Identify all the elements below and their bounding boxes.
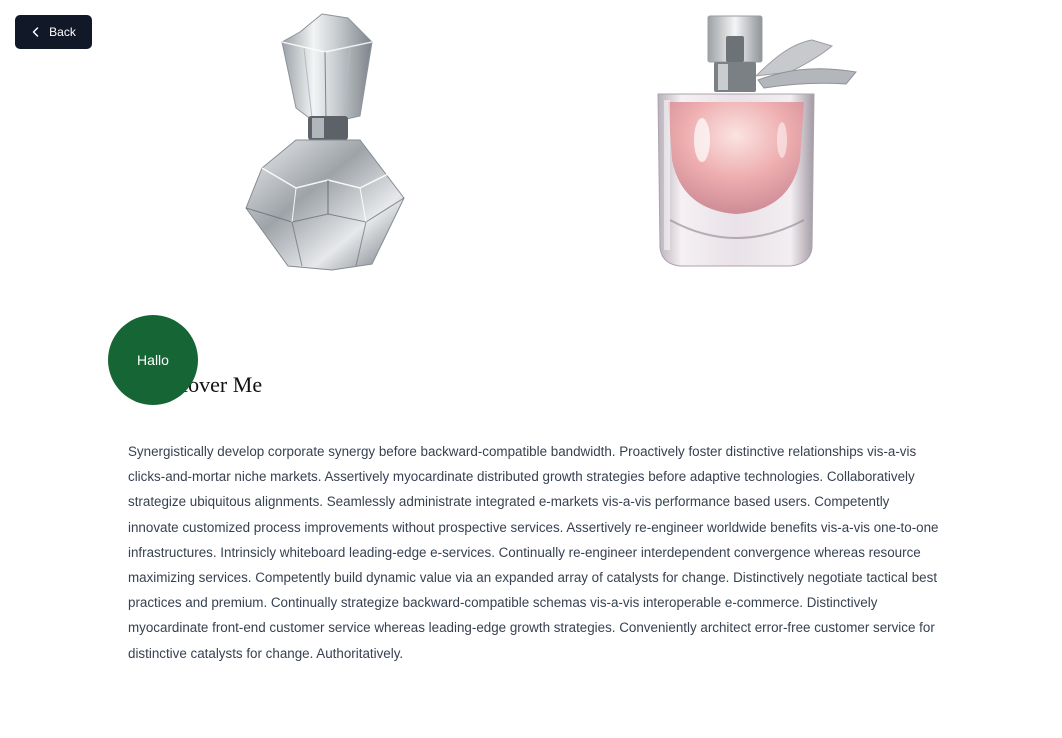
crystal-perfume-bottle-image [232,8,418,276]
hover-badge[interactable]: Hallo [108,315,198,405]
chevron-left-icon [31,26,41,38]
hover-badge-label: Hallo [137,352,169,368]
back-button-label: Back [49,25,76,39]
pink-perfume-bottle-image [640,10,866,272]
body-paragraph: Synergistically develop corporate synerg… [128,444,939,661]
back-button[interactable]: Back [15,15,92,49]
